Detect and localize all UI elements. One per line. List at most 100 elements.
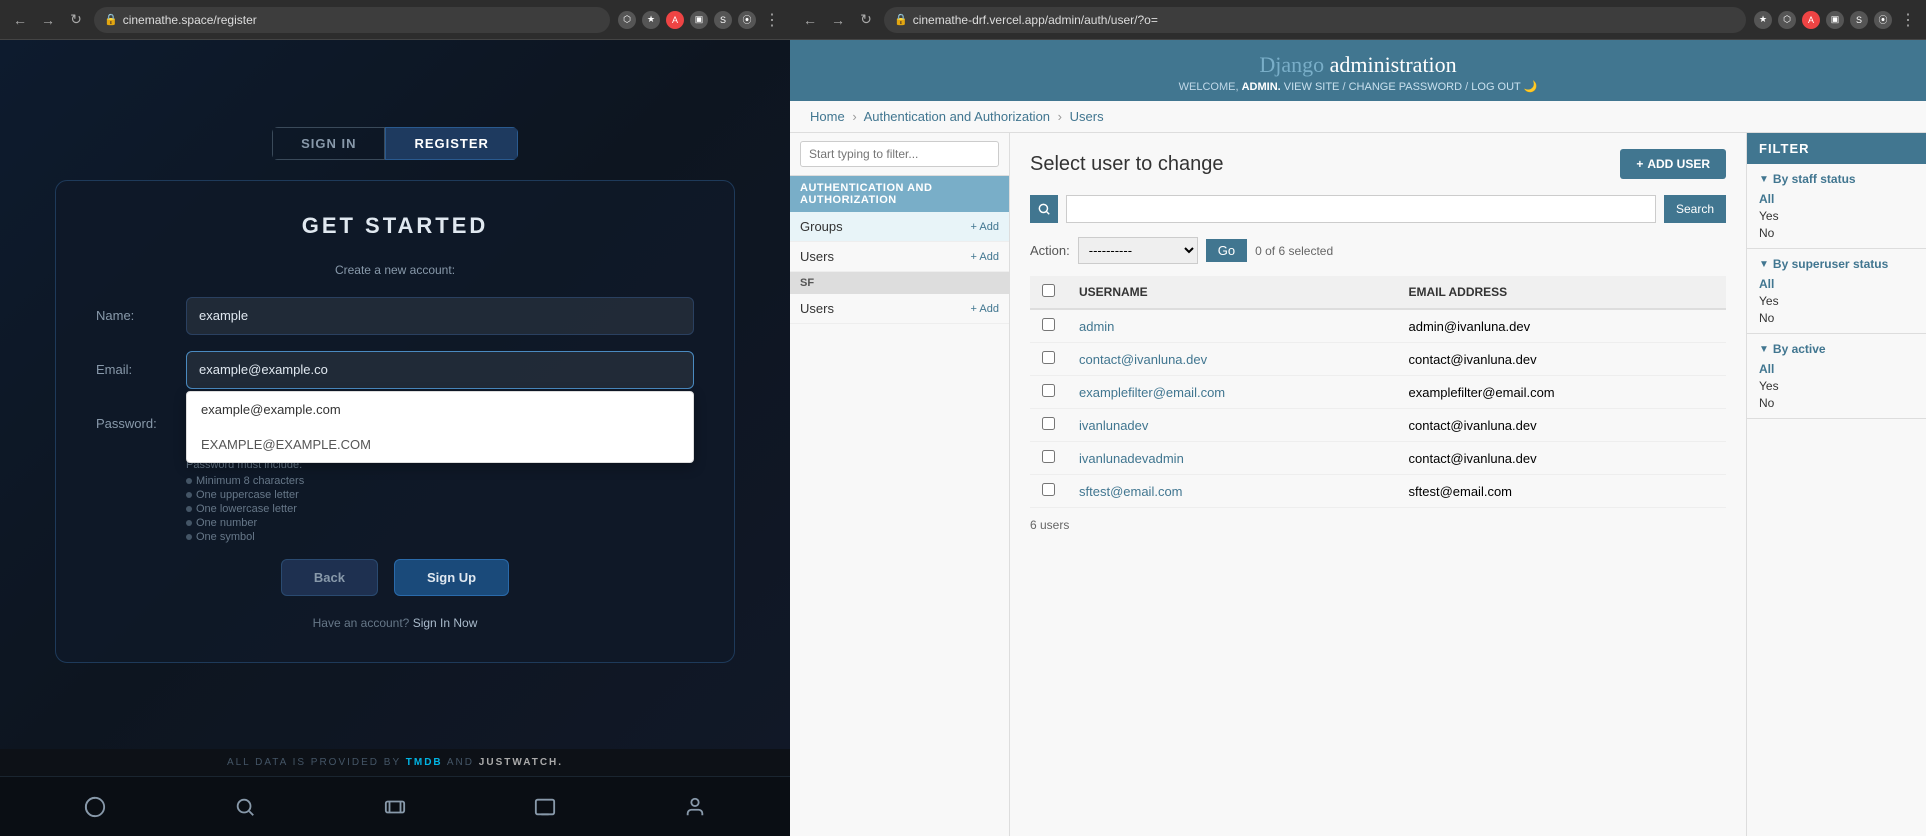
filter-staff-no[interactable]: No — [1759, 226, 1914, 240]
select-all-checkbox[interactable] — [1042, 284, 1055, 297]
search-icon[interactable] — [231, 793, 259, 821]
django-body: AUTHENTICATION AND AUTHORIZATION Groups … — [790, 133, 1926, 836]
user-link-3[interactable]: ivanlunadev — [1079, 418, 1148, 433]
right-panel: ← → ↻ 🔒 cinemathe-drf.vercel.app/admin/a… — [790, 0, 1926, 836]
user-link-4[interactable]: ivanlunadevadmin — [1079, 451, 1184, 466]
sidebar-item-groups[interactable]: Groups + Add — [790, 212, 1009, 242]
email-input[interactable] — [186, 351, 694, 389]
email-row: Email: example@example.com EXAMPLE@EXAMP… — [96, 351, 694, 389]
rule-5: One symbol — [186, 531, 694, 543]
filter-superuser-no[interactable]: No — [1759, 311, 1914, 325]
row-checkbox-3[interactable] — [1042, 417, 1055, 430]
ext-icon-6: ⦿ — [738, 11, 756, 29]
superuser-arrow-icon: ▼ — [1759, 259, 1769, 270]
filter-active-section: ▼ By active All Yes No — [1747, 334, 1926, 419]
back-button[interactable]: Back — [281, 559, 378, 596]
change-list-header: Select user to change + ADD USER — [1030, 149, 1726, 179]
table-row: ivanlunadevadmincontact@ivanluna.dev — [1030, 442, 1726, 475]
more-options-left[interactable]: ⋮ — [764, 10, 780, 30]
sidebar-filter-input[interactable] — [800, 141, 999, 167]
filter-superuser-yes[interactable]: Yes — [1759, 294, 1914, 308]
back-btn[interactable]: ← — [10, 10, 30, 30]
justwatch-label: JUSTWATCH. — [479, 757, 563, 768]
sidebar-item-users[interactable]: Users + Add — [790, 242, 1009, 272]
card-title: Get started — [96, 213, 694, 239]
filter-superuser-links: All Yes No — [1759, 277, 1914, 325]
view-site-link[interactable]: VIEW SITE — [1284, 81, 1340, 93]
table-row: ivanlunadevcontact@ivanluna.dev — [1030, 409, 1726, 442]
back-btn-right[interactable]: ← — [800, 10, 820, 30]
sidebar-groups-add[interactable]: + Add — [971, 221, 999, 233]
ext-r-5: ⦿ — [1874, 11, 1892, 29]
rule-2: One uppercase letter — [186, 489, 694, 501]
sidebar-users-add[interactable]: + Add — [971, 251, 999, 263]
filter-staff-all[interactable]: All — [1759, 192, 1914, 206]
django-sidebar: AUTHENTICATION AND AUTHORIZATION Groups … — [790, 133, 1010, 836]
row-checkbox-5[interactable] — [1042, 483, 1055, 496]
filter-active-no[interactable]: No — [1759, 396, 1914, 410]
left-panel: ← → ↻ 🔒 cinemathe.space/register ⬡ ★ A ▣… — [0, 0, 790, 836]
row-checkbox-1[interactable] — [1042, 351, 1055, 364]
search-icon-box — [1030, 195, 1058, 223]
filter-active-yes[interactable]: Yes — [1759, 379, 1914, 393]
search-input[interactable] — [1066, 195, 1656, 223]
log-out-link[interactable]: LOG OUT — [1471, 81, 1520, 93]
ext-icon-3: A — [666, 11, 684, 29]
go-button[interactable]: Go — [1206, 239, 1247, 262]
row-checkbox-4[interactable] — [1042, 450, 1055, 463]
sidebar-section-header: AUTHENTICATION AND AUTHORIZATION — [790, 176, 1009, 212]
name-input[interactable] — [186, 297, 694, 335]
sidebar-sf-users[interactable]: Users + Add — [790, 294, 1009, 324]
home-icon[interactable] — [81, 793, 109, 821]
autocomplete-item-1[interactable]: example@example.com — [187, 392, 693, 427]
filter-panel: FILTER ▼ By staff status All Yes No — [1746, 133, 1926, 836]
add-user-button[interactable]: + ADD USER — [1620, 149, 1726, 179]
tv-icon[interactable] — [531, 793, 559, 821]
filter-staff-title: ▼ By staff status — [1759, 172, 1914, 186]
user-link-0[interactable]: admin — [1079, 319, 1114, 334]
register-tab[interactable]: REGISTER — [385, 127, 517, 160]
breadcrumb-section[interactable]: Authentication and Authorization — [864, 109, 1050, 124]
ticket-icon[interactable] — [381, 793, 409, 821]
table-row: examplefilter@email.comexamplefilter@ema… — [1030, 376, 1726, 409]
row-checkbox-0[interactable] — [1042, 318, 1055, 331]
refresh-btn-right[interactable]: ↻ — [856, 10, 876, 30]
user-link-5[interactable]: sftest@email.com — [1079, 484, 1183, 499]
sidebar-sf-add[interactable]: + Add — [971, 303, 999, 315]
breadcrumb-home[interactable]: Home — [810, 109, 845, 124]
ext-r-2: A — [1802, 11, 1820, 29]
change-password-link[interactable]: CHANGE PASSWORD — [1349, 81, 1462, 93]
star-icon: ★ — [1754, 11, 1772, 29]
password-rules: Password must include: Minimum 8 charact… — [186, 459, 694, 543]
filter-active-all[interactable]: All — [1759, 362, 1914, 376]
search-button[interactable]: Search — [1664, 195, 1726, 223]
browser-icons-left: ⬡ ★ A ▣ S ⦿ — [618, 11, 756, 29]
footer-text: ALL DATA IS PROVIDED BY TMDB AND JUSTWAT… — [0, 749, 790, 776]
sidebar-sf-header: SF — [790, 272, 1009, 294]
filter-superuser-all[interactable]: All — [1759, 277, 1914, 291]
filter-staff-yes[interactable]: Yes — [1759, 209, 1914, 223]
url-bar-left[interactable]: 🔒 cinemathe.space/register — [94, 7, 610, 33]
user-link-2[interactable]: examplefilter@email.com — [1079, 385, 1225, 400]
action-select[interactable]: ---------- — [1078, 237, 1198, 264]
password-label: Password: — [96, 416, 186, 431]
refresh-btn[interactable]: ↻ — [66, 10, 86, 30]
add-user-plus: + — [1636, 157, 1643, 171]
rule-4: One number — [186, 517, 694, 529]
autocomplete-item-2[interactable]: EXAMPLE@EXAMPLE.COM — [187, 427, 693, 462]
url-bar-right[interactable]: 🔒 cinemathe-drf.vercel.app/admin/auth/us… — [884, 7, 1746, 33]
signup-button[interactable]: Sign Up — [394, 559, 509, 596]
rule-3: One lowercase letter — [186, 503, 694, 515]
card-subtitle: Create a new account: — [96, 263, 694, 277]
signin-tab[interactable]: SIGN IN — [272, 127, 385, 160]
forward-btn[interactable]: → — [38, 10, 58, 30]
sidebar-users-label: Users — [800, 249, 834, 264]
filter-superuser-title: ▼ By superuser status — [1759, 257, 1914, 271]
row-checkbox-2[interactable] — [1042, 384, 1055, 397]
user-icon[interactable] — [681, 793, 709, 821]
signin-link[interactable]: Sign In Now — [413, 616, 478, 630]
signin-prompt: Have an account? Sign In Now — [96, 616, 694, 630]
user-link-1[interactable]: contact@ivanluna.dev — [1079, 352, 1207, 367]
forward-btn-right[interactable]: → — [828, 10, 848, 30]
more-options-right[interactable]: ⋮ — [1900, 10, 1916, 30]
